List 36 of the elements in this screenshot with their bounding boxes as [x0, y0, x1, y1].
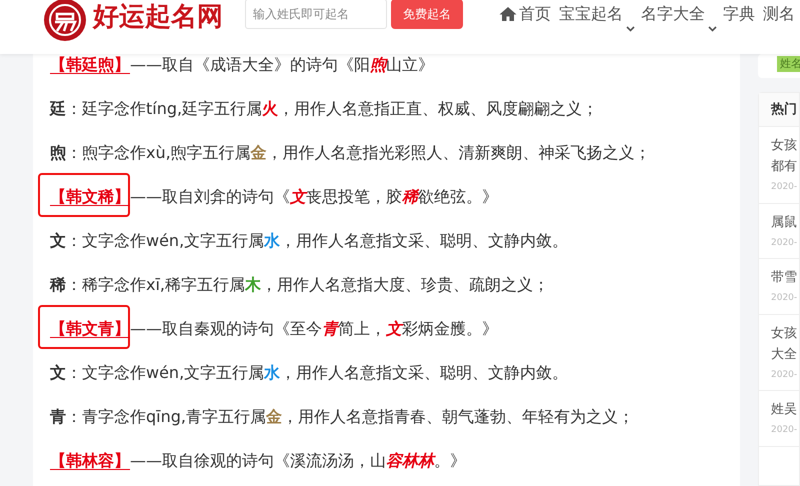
- article-link[interactable]: 女孩 大全: [771, 322, 799, 364]
- date-text: 2020-: [771, 292, 798, 305]
- date-text: 2020-: [771, 368, 798, 382]
- caret-icon: [708, 26, 717, 32]
- poem-source-text: ——取自徐观的诗句《溪流汤汤，山容林林。》: [130, 450, 466, 472]
- name-link[interactable]: 【韩林容】: [50, 449, 130, 473]
- meaning-text: 煦：煦字念作xù,煦字五行属金，用作人名意指光彩照人、清新爽朗、神采飞扬之义；: [50, 142, 651, 164]
- article-link[interactable]: 姓吴: [771, 399, 799, 420]
- name-link[interactable]: 【韩文青】: [50, 317, 130, 341]
- article-link[interactable]: 属鼠: [771, 212, 799, 232]
- section-title: 热门: [771, 100, 797, 119]
- home-icon: [499, 6, 517, 22]
- meaning-text: 廷：廷字念作tíng,廷字五行属火，用作人名意指正直、权威、风度翩翩之义；: [50, 98, 598, 120]
- poem-source-text: ——取自《成语大全》的诗句《阳煦山立》: [130, 54, 434, 76]
- article-link[interactable]: 带雪: [771, 267, 799, 288]
- date-text: 2020-: [771, 424, 798, 437]
- article-link[interactable]: 女孩 都有: [771, 135, 799, 177]
- search-button[interactable]: 免费起名: [391, 0, 463, 29]
- logo-text[interactable]: 好运起名网: [93, 0, 223, 36]
- name-link[interactable]: 【韩文稀】: [50, 185, 130, 209]
- search-field[interactable]: 输入姓氏即可起名: [245, 0, 387, 29]
- meaning-text: 稀：稀字念作xī,稀字五行属木，用作人名意指大度、珍贵、疏朗之义；: [50, 274, 549, 296]
- caret-icon: [626, 26, 635, 32]
- nav-link[interactable]: 测名: [763, 2, 795, 26]
- name-link[interactable]: 【韩廷煦】: [50, 53, 130, 77]
- meaning-text: 文：文字念作wén,文字五行属水，用作人名意指文采、聪明、文静内敛。: [50, 230, 568, 252]
- poem-source-text: ——取自秦观的诗句《至今青简上，文彩炳金雘。》: [130, 318, 498, 340]
- poem-source-text: ——取自刘弇的诗句《文丧思投笔，胶稀欲绝弦。》: [130, 186, 498, 208]
- nav-link[interactable]: 宝宝起名: [559, 2, 623, 26]
- date-text: 2020-: [771, 236, 798, 250]
- date-text: 2020-: [771, 181, 798, 194]
- meaning-text: 青：青字念作qīng,青字五行属金，用作人名意指青春、朝气蓬勃、年轻有为之义；: [50, 406, 634, 428]
- meaning-text: 文：文字念作wén,文字五行属水，用作人名意指文采、聪明、文静内敛。: [50, 362, 568, 384]
- nav-link[interactable]: 名字大全: [641, 2, 705, 26]
- nav-link[interactable]: 首页: [499, 2, 551, 26]
- nav-link[interactable]: 字典: [723, 2, 755, 26]
